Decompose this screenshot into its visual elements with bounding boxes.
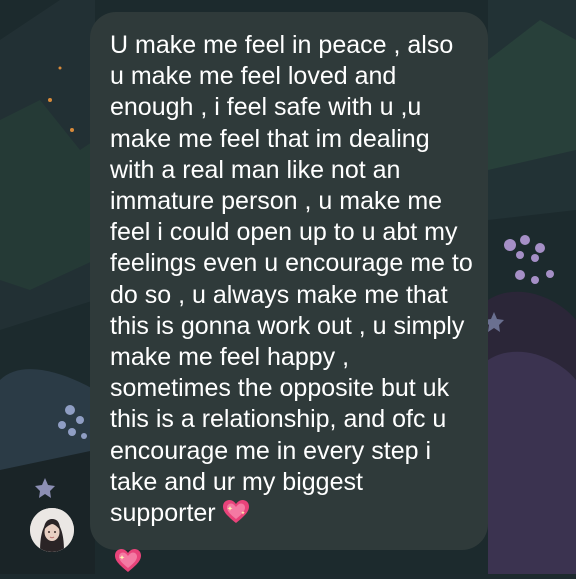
message-bubble[interactable]: U make me feel in peace , also u make me… [90, 12, 488, 550]
message-body: U make me feel in peace , also u make me… [110, 31, 473, 528]
message-text: U make me feel in peace , also u make me… [110, 30, 474, 533]
profile-photo-icon [30, 508, 74, 552]
sparkling-heart-icon [222, 499, 250, 533]
avatar[interactable] [30, 508, 74, 552]
reaction-sparkling-heart-icon[interactable] [112, 548, 144, 574]
